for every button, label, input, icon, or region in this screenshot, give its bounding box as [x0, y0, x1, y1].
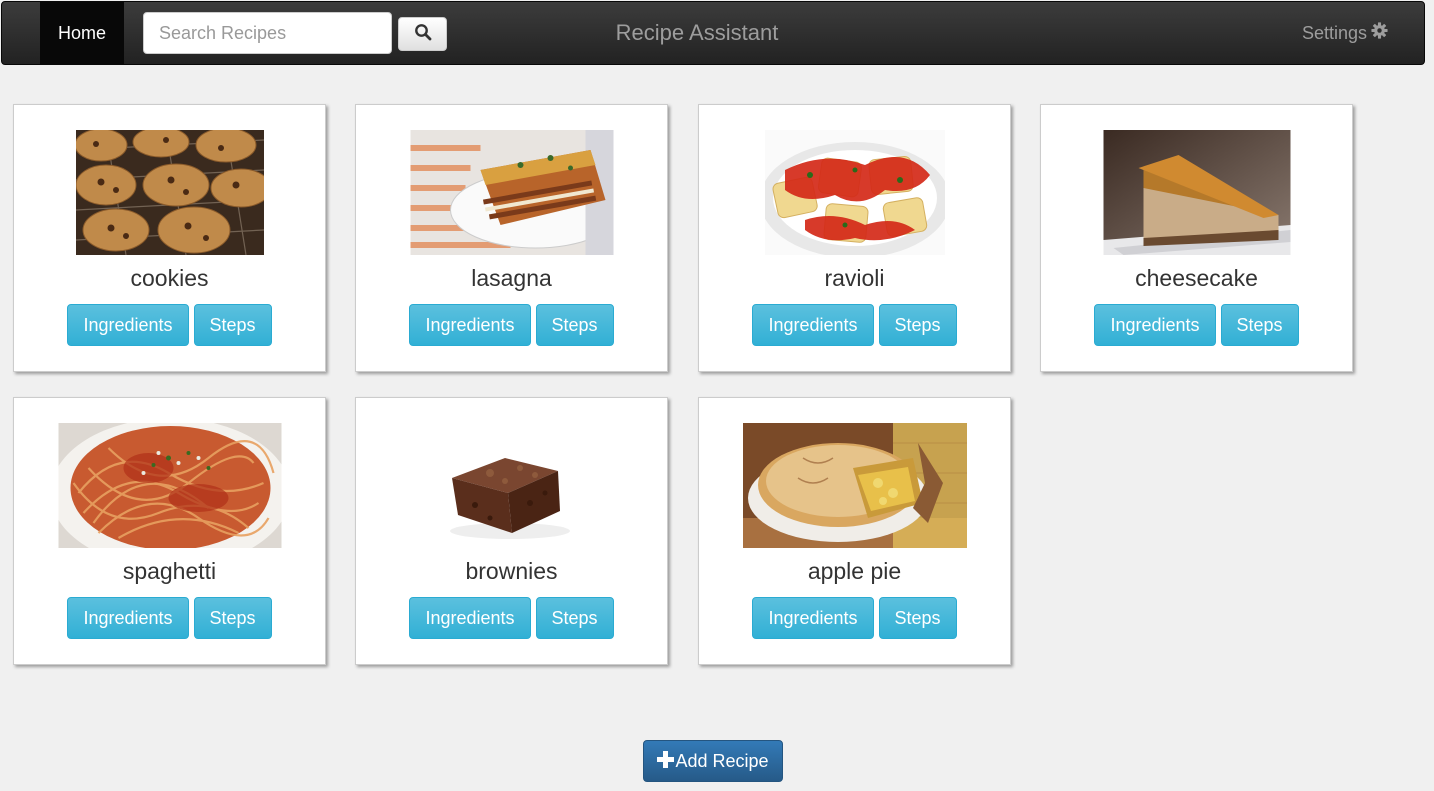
add-recipe-button[interactable]: Add Recipe	[643, 740, 783, 782]
recipe-name: lasagna	[471, 265, 552, 291]
recipe-card: brownies Ingredients Steps	[355, 397, 668, 665]
plus-icon	[657, 750, 675, 772]
recipe-card: cheesecake Ingredients Steps	[1040, 104, 1353, 372]
recipe-image	[410, 130, 613, 255]
ingredients-button[interactable]: Ingredients	[67, 597, 189, 639]
steps-button[interactable]: Steps	[878, 597, 957, 639]
search-icon	[414, 23, 432, 46]
recipe-name: cookies	[130, 265, 209, 291]
recipe-card: spaghetti Ingredients Steps	[13, 397, 326, 665]
steps-button[interactable]: Steps	[535, 597, 614, 639]
settings-label: Settings	[1301, 22, 1367, 43]
recipe-name: ravioli	[824, 265, 885, 291]
steps-button[interactable]: Steps	[193, 304, 272, 346]
recipe-name: spaghetti	[122, 558, 217, 584]
recipe-name: apple pie	[807, 558, 902, 584]
steps-button[interactable]: Steps	[535, 304, 614, 346]
steps-button[interactable]: Steps	[1220, 304, 1299, 346]
recipe-image	[429, 423, 594, 548]
ingredients-button[interactable]: Ingredients	[67, 304, 189, 346]
navbar: Home Recipe Assistant Settings	[1, 1, 1425, 65]
steps-button[interactable]: Steps	[193, 597, 272, 639]
recipe-image	[75, 130, 264, 255]
recipe-card: ravioli Ingredients Steps	[698, 104, 1011, 372]
add-recipe-label: Add Recipe	[675, 750, 769, 771]
recipe-image	[58, 423, 281, 548]
steps-button[interactable]: Steps	[878, 304, 957, 346]
recipe-name: cheesecake	[1135, 265, 1258, 291]
settings-link[interactable]: Settings	[1302, 2, 1388, 64]
ingredients-button[interactable]: Ingredients	[409, 597, 531, 639]
recipe-name: brownies	[465, 558, 558, 584]
recipe-image	[742, 423, 967, 548]
ingredients-button[interactable]: Ingredients	[752, 597, 874, 639]
ingredients-button[interactable]: Ingredients	[1094, 304, 1216, 346]
recipe-card: apple pie Ingredients Steps	[698, 397, 1011, 665]
recipe-image	[764, 130, 945, 255]
recipe-image	[1103, 130, 1290, 255]
nav-home-link[interactable]: Home	[40, 2, 124, 64]
search-button[interactable]	[398, 17, 447, 51]
ingredients-button[interactable]: Ingredients	[752, 304, 874, 346]
search-input[interactable]	[143, 12, 392, 54]
ingredients-button[interactable]: Ingredients	[409, 304, 531, 346]
gear-icon	[1371, 22, 1388, 44]
recipe-card: cookies Ingredients Steps	[13, 104, 326, 372]
recipe-card: lasagna Ingredients Steps	[355, 104, 668, 372]
app-title: Recipe Assistant	[615, 20, 779, 45]
